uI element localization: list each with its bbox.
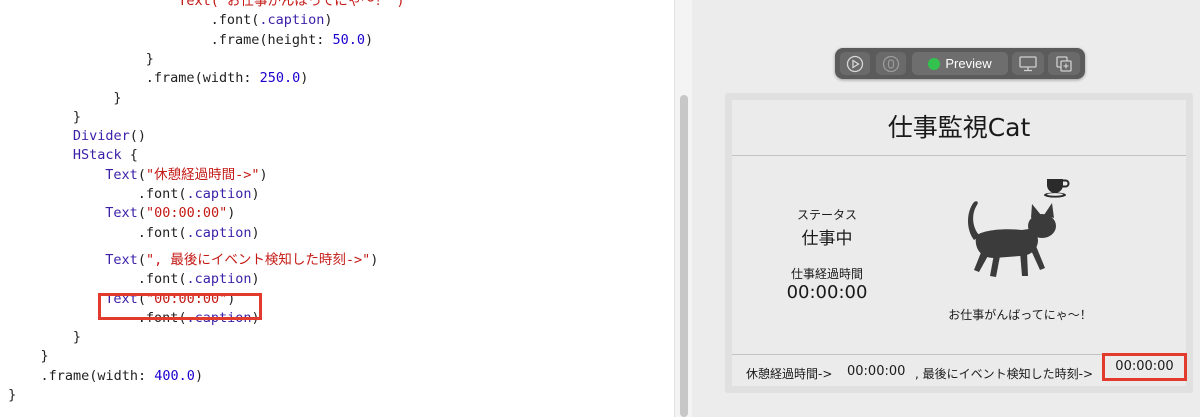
device-screen: 仕事監視Cat ステータス 仕事中 仕事経過時間 00:00:00 お仕事がんば… [732,100,1187,386]
code-token: .font( [137,271,187,288]
cat-message: お仕事がんばってにゃ〜！ [948,308,1092,322]
code-token: } [40,348,49,365]
code-line: Text("お仕事がんばってにゃ〜！") [178,0,404,11]
play-circle-icon [846,55,864,72]
code-line: } [73,328,81,347]
cat-icon [968,201,1056,277]
device-settings-icon [1019,55,1037,71]
work-time-value: 00:00:00 [786,282,868,303]
code-token: 50.0 [332,31,366,48]
code-token: ) [194,367,204,384]
code-token: 400.0 [154,367,195,384]
code-line: } [146,50,154,69]
code-token: Text [105,205,138,222]
code-token: .frame(width: [145,70,260,87]
footer-hstack: 休憩経過時間-> 00:00:00 , 最後にイベント検知した時刻-> 00:0… [732,353,1187,382]
code-token: } [72,108,82,125]
editor-scrollbar[interactable] [674,0,692,417]
code-token: } [113,89,122,106]
code-token: ( [137,166,146,183]
work-time-caption: 仕事経過時間 [790,267,863,281]
code-line: .frame(width: 400.0) [41,367,204,386]
code-token: "休憩経過時間->" [145,166,260,183]
code-token: ) [365,31,374,48]
code-token: } [8,387,17,403]
code-token: ( [137,205,146,222]
code-line: .font(.caption) [138,224,260,243]
code-line: Text("00:00:00") [105,204,235,223]
code-token: Divider [72,128,130,145]
code-token: .caption [186,224,252,241]
code-token: Text [105,166,138,183]
code-line: Text("休憩経過時間->") [105,166,267,185]
select-icon [882,55,900,72]
code-token: ) [227,205,236,222]
code-line: .font(.caption) [138,185,260,204]
app-title: 仕事監視Cat [887,113,1031,142]
divider [732,155,1186,156]
rest-elapsed-label: 休憩経過時間-> [746,367,833,381]
code-token: Text("お仕事がんばってにゃ〜！") [178,0,405,9]
code-token: ", 最後にイベント検知した時刻->" [145,251,371,268]
selectable-mode-button[interactable] [876,52,906,75]
code-token: ) [251,224,260,241]
code-token: .font( [137,224,187,241]
code-line: } [8,386,16,405]
code-token: .frame(height: [210,31,333,48]
device-preview: 仕事監視Cat ステータス 仕事中 仕事経過時間 00:00:00 お仕事がんば… [725,93,1193,393]
code-line: HStack { [73,146,138,165]
code-token: ( [137,251,146,268]
preview-toolbar: Preview [835,48,1085,79]
code-line: .frame(height: 50.0) [211,31,374,50]
code-line: .font(.caption) [138,270,260,289]
preview-canvas: Preview 仕事監視Cat ステータス 仕事中 仕事経過時間 00:00:0… [692,0,1200,417]
code-token: .font( [137,186,187,202]
code-token: 250.0 [259,70,301,87]
code-line: .frame(width: 250.0) [146,69,309,88]
code-token: } [145,50,154,67]
code-token: .caption [186,271,252,288]
code-token: .caption [259,12,325,29]
live-preview-button[interactable] [840,52,870,75]
status-value: 仕事中 [801,229,853,249]
last-event-time-highlighted: 00:00:00 [1102,353,1187,381]
code-token: ) [251,271,260,288]
code-token: .caption [186,186,252,202]
scrollbar-thumb[interactable] [680,95,688,417]
code-token: ) [300,70,309,87]
last-event-label: , 最後にイベント検知した時刻-> [915,367,1094,381]
code-line: Text(", 最後にイベント検知した時刻->") [105,251,378,270]
code-token: ) [370,251,379,268]
coffee-cup-icon [1044,179,1070,198]
code-token: () [129,128,147,145]
code-token: ) [324,12,333,29]
code-token: Text [105,251,138,268]
status-caption: ステータス [796,208,857,222]
code-line: .font(.caption) [211,11,333,30]
rest-elapsed-value: 00:00:00 [847,364,906,379]
code-line: } [73,108,81,127]
code-token: .frame(width: [40,367,155,384]
code-editor[interactable]: Text("お仕事がんばってにゃ〜！") .font(.caption) .fram… [0,0,674,417]
preview-label: Preview [945,56,992,71]
code-line: } [113,89,121,108]
preview-status-dot [928,57,941,70]
code-token: { [121,147,138,164]
code-token: } [72,329,82,346]
code-token: .font( [210,12,260,29]
duplicate-icon [1056,55,1072,72]
code-line: Divider() [73,127,146,146]
code-token: HStack [72,147,122,164]
code-token: ) [259,166,268,183]
code-token: ) [251,186,260,202]
preview-mode-button[interactable]: Preview [912,52,1008,75]
code-line: } [41,347,49,366]
code-token: "00:00:00" [145,205,228,222]
device-settings-button[interactable] [1012,52,1044,75]
code-highlight-box [98,293,262,320]
duplicate-preview-button[interactable] [1048,52,1080,75]
